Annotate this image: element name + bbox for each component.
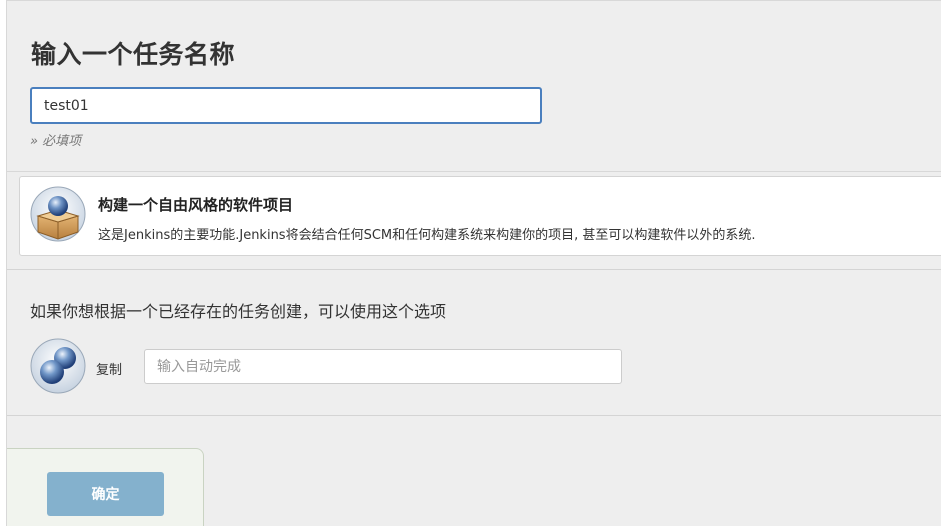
package-box-icon [30,186,86,242]
project-type-description: 这是Jenkins的主要功能.Jenkins将会结合任何SCM和任何构建系统来构… [98,228,756,243]
page-title: 输入一个任务名称 [31,40,236,69]
copy-from-label: 复制 [96,363,123,378]
project-type-title: 构建一个自由风格的软件项目 [98,196,294,214]
divider [7,171,941,172]
divider [7,415,941,416]
item-name-input[interactable] [30,87,542,124]
new-item-panel: 输入一个任务名称 » 必填项 [6,0,941,526]
copy-spheres-icon [30,338,86,394]
required-hint: » 必填项 [30,134,82,149]
freestyle-project-option[interactable]: 构建一个自由风格的软件项目 这是Jenkins的主要功能.Jenkins将会结合… [19,176,941,256]
copy-from-input[interactable] [144,349,622,384]
copy-section-title: 如果你想根据一个已经存在的任务创建，可以使用这个选项 [30,302,447,321]
divider [7,269,941,270]
ok-button[interactable]: 确定 [47,472,164,516]
